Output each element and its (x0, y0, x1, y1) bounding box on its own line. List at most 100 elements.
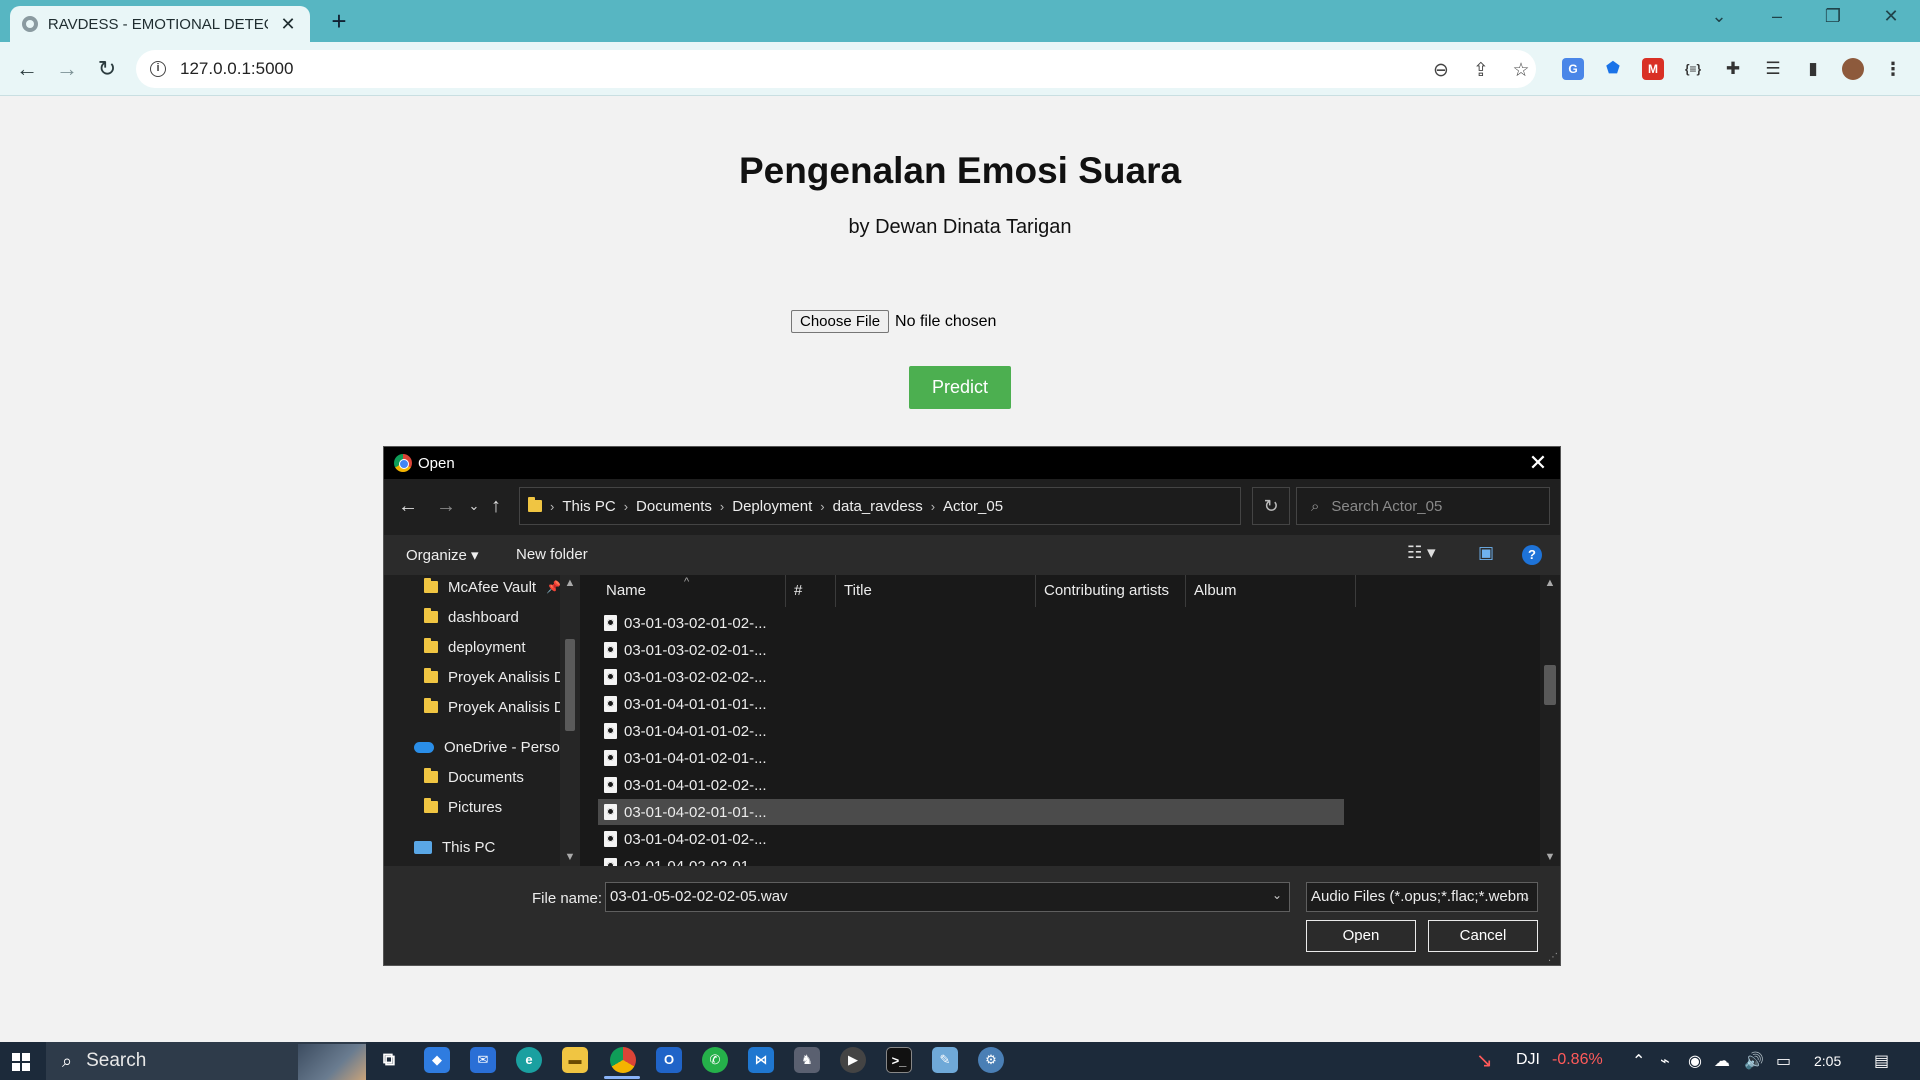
dialog-search-input[interactable]: ⌕ Search Actor_05 (1296, 487, 1550, 525)
dropbox-icon[interactable]: ◆ (424, 1047, 450, 1073)
forward-icon[interactable]: → (52, 54, 82, 84)
help-icon[interactable]: ? (1522, 545, 1542, 565)
scroll-up-icon[interactable]: ▲ (562, 577, 578, 589)
scroll-down-icon[interactable]: ▼ (562, 851, 578, 863)
stock-chart-icon[interactable]: ↘ (1476, 1048, 1493, 1073)
terminal-icon[interactable]: >_ (886, 1047, 912, 1073)
file-list-scrollbar[interactable]: ▲ ▼ (1540, 575, 1560, 866)
cancel-button[interactable]: Cancel (1428, 920, 1538, 952)
onedrive-cloud-icon[interactable]: ☁ (1714, 1051, 1730, 1071)
view-options-icon[interactable]: ☷ ▾ (1407, 543, 1436, 563)
vscode-icon[interactable]: ⋈ (748, 1047, 774, 1073)
column-header-title[interactable]: Title (836, 575, 1036, 607)
column-header-name[interactable]: ^ Name (598, 575, 786, 607)
whatsapp-icon[interactable]: ✆ (702, 1047, 728, 1073)
chevron-up-icon[interactable]: ⌃ (1632, 1051, 1645, 1071)
preview-pane-icon[interactable]: ▣ (1478, 543, 1494, 563)
breadcrumb-documents[interactable]: Documents (636, 498, 712, 515)
mendeley-extension-icon[interactable]: M (1642, 58, 1664, 80)
file-row[interactable]: 03-01-04-01-01-02-... (598, 718, 1344, 744)
game-app-icon[interactable]: ♞ (794, 1047, 820, 1073)
nav-scrollbar[interactable]: ▲ ▼ (560, 575, 580, 866)
address-bar[interactable]: i 127.0.0.1:5000 ⊖ ⇪ ☆ (136, 50, 1536, 88)
outlook-icon[interactable]: O (656, 1047, 682, 1073)
breadcrumb-data-ravdess[interactable]: data_ravdess (833, 498, 923, 515)
file-row[interactable]: 03-01-04-01-02-01-... (598, 745, 1344, 771)
file-row[interactable]: 03-01-03-02-02-01-... (598, 637, 1344, 663)
file-explorer-icon[interactable]: ▬ (562, 1047, 588, 1073)
choose-file-button[interactable]: Choose File (791, 310, 890, 333)
extensions-puzzle-icon[interactable]: ✚ (1722, 58, 1744, 80)
nav-item-pictures[interactable]: Pictures (424, 795, 574, 819)
mail-icon[interactable]: ✉ (470, 1047, 496, 1073)
nav-scroll-thumb[interactable] (565, 639, 575, 731)
organize-menu[interactable]: Organize ▾ (406, 546, 479, 564)
recent-locations-icon[interactable]: ⌄ (462, 498, 486, 514)
file-row[interactable]: 03-01-03-02-02-02-... (598, 664, 1344, 690)
ticker-symbol[interactable]: DJI (1516, 1051, 1540, 1069)
breadcrumb-deployment[interactable]: Deployment (732, 498, 812, 515)
zoom-icon[interactable]: ⊖ (1430, 59, 1452, 82)
file-row[interactable]: 03-01-04-01-02-02-... (598, 772, 1344, 798)
refresh-icon[interactable]: ↻ (1252, 487, 1290, 525)
settings-app-icon[interactable]: ⚙ (978, 1047, 1004, 1073)
nav-item-proyek-analisis-1[interactable]: Proyek Analisis D (424, 665, 574, 689)
file-row[interactable]: 03-01-03-02-01-02-... (598, 610, 1344, 636)
camera-icon[interactable]: ◉ (1688, 1051, 1702, 1071)
predict-button[interactable]: Predict (909, 366, 1011, 409)
window-close-icon[interactable]: ✕ (1876, 6, 1906, 27)
volume-icon[interactable]: 🔊 (1744, 1051, 1764, 1071)
nav-item-onedrive[interactable]: OneDrive - Person (414, 735, 570, 759)
file-list-scroll-thumb[interactable] (1544, 665, 1556, 705)
breadcrumb-actor-05[interactable]: Actor_05 (943, 498, 1003, 515)
nav-item-dashboard[interactable]: dashboard (424, 605, 574, 629)
notification-icon[interactable]: ▤ (1874, 1051, 1889, 1071)
open-button[interactable]: Open (1306, 920, 1416, 952)
nav-item-proyek-analisis-2[interactable]: Proyek Analisis D (424, 695, 574, 719)
dialog-forward-icon[interactable]: → (434, 495, 458, 518)
up-folder-icon[interactable]: ↑ (484, 495, 508, 518)
profile-avatar[interactable] (1842, 58, 1864, 80)
minimize-icon[interactable]: – (1762, 6, 1792, 27)
nav-item-mcafee-vault[interactable]: McAfee Vault 📌 (424, 575, 574, 599)
file-type-select[interactable]: Audio Files (*.opus;*.flac;*.webm ⌄ (1306, 882, 1538, 912)
breadcrumb-this-pc[interactable]: This PC (562, 498, 615, 515)
info-icon[interactable]: i (150, 61, 166, 77)
reload-icon[interactable]: ↻ (92, 54, 122, 84)
bookmark-star-icon[interactable]: ☆ (1510, 59, 1532, 82)
column-header-artists[interactable]: Contributing artists (1036, 575, 1186, 607)
media-queue-icon[interactable]: ☰ (1762, 58, 1784, 80)
column-header-album[interactable]: Album (1186, 575, 1356, 607)
restore-icon[interactable]: ❐ (1818, 6, 1848, 27)
notepad-icon[interactable]: ✎ (932, 1047, 958, 1073)
windows-start-icon[interactable] (12, 1053, 30, 1071)
file-row[interactable]: 03-01-04-01-01-01-... (598, 691, 1344, 717)
new-folder-button[interactable]: New folder (516, 546, 588, 563)
translate-extension-icon[interactable]: G (1562, 58, 1584, 80)
task-view-icon[interactable]: ⧉ (376, 1047, 402, 1073)
battery-icon[interactable]: ▭ (1776, 1051, 1791, 1071)
file-row-selected[interactable]: 03-01-04-02-01-01-... (598, 799, 1344, 825)
scroll-up-icon[interactable]: ▲ (1542, 577, 1558, 589)
media-player-icon[interactable]: ▶ (840, 1047, 866, 1073)
file-name-input[interactable]: 03-01-05-02-02-02-05.wav (605, 882, 1290, 912)
ticker-change[interactable]: -0.86% (1552, 1051, 1603, 1069)
network-icon[interactable]: ⌁ (1660, 1051, 1670, 1071)
tab-search-icon[interactable]: ⌄ (1704, 6, 1734, 27)
close-tab-icon[interactable]: ✕ (278, 14, 298, 35)
back-icon[interactable]: ← (12, 54, 42, 84)
file-row[interactable]: 03-01-04-02-02-01-... (598, 853, 1344, 866)
dialog-back-icon[interactable]: ← (396, 495, 420, 518)
nav-item-this-pc[interactable]: This PC (414, 835, 564, 859)
scroll-down-icon[interactable]: ▼ (1542, 851, 1558, 863)
nav-item-documents[interactable]: Documents (424, 765, 574, 789)
share-icon[interactable]: ⇪ (1470, 59, 1492, 82)
nav-item-deployment[interactable]: deployment (424, 635, 574, 659)
dialog-address-bar[interactable]: › This PC › Documents › Deployment › dat… (519, 487, 1354, 525)
side-panel-icon[interactable]: ▮ (1802, 58, 1824, 80)
file-row[interactable]: 03-01-04-02-01-02-... (598, 826, 1344, 852)
chevron-down-icon[interactable]: ⌄ (1272, 888, 1282, 902)
chrome-icon[interactable] (610, 1047, 636, 1073)
edge-icon[interactable]: e (516, 1047, 542, 1073)
resize-grip-icon[interactable]: ⋰ (1548, 952, 1558, 963)
